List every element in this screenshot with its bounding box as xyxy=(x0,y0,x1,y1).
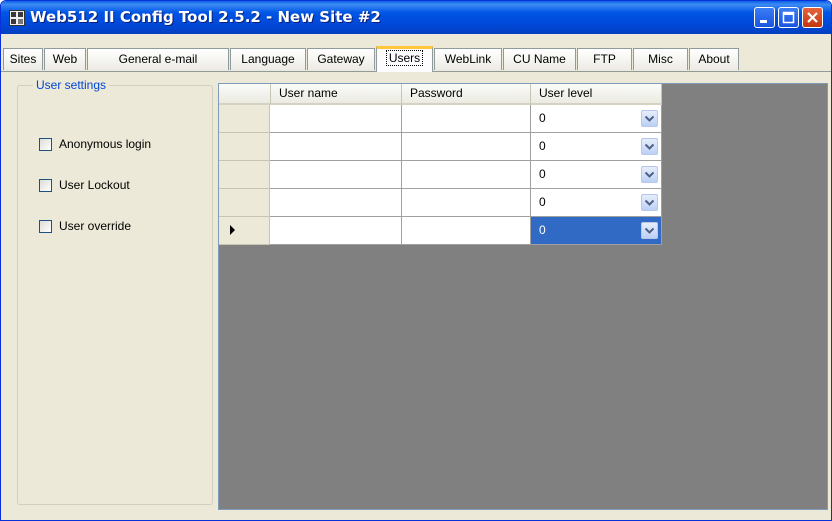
password-cell[interactable] xyxy=(402,161,531,189)
user-level-value: 0 xyxy=(539,139,546,153)
minimize-button[interactable] xyxy=(754,7,775,28)
password-cell[interactable] xyxy=(402,105,531,133)
tab-ftp[interactable]: FTP xyxy=(577,48,632,70)
user-name-cell[interactable] xyxy=(270,217,402,245)
tab-about[interactable]: About xyxy=(689,48,739,70)
user-level-select[interactable]: 0 xyxy=(531,189,662,217)
user-settings-title: User settings xyxy=(33,78,110,92)
chevron-down-icon xyxy=(644,199,655,206)
row-header-current[interactable] xyxy=(219,217,270,245)
tab-strip: Sites Web General e-mail Language Gatewa… xyxy=(1,46,831,72)
tab-users[interactable]: Users xyxy=(376,46,433,72)
tab-misc[interactable]: Misc xyxy=(633,48,688,70)
user-level-select[interactable]: 0 xyxy=(531,133,662,161)
row-header[interactable] xyxy=(219,133,270,161)
grid-corner-header xyxy=(219,84,271,105)
tab-sites[interactable]: Sites xyxy=(3,48,43,70)
password-cell[interactable] xyxy=(402,217,531,245)
user-lockout-label: User Lockout xyxy=(59,178,130,192)
row-header[interactable] xyxy=(219,105,270,133)
app-window: Web512 II Config Tool 2.5.2 - New Site #… xyxy=(0,0,832,521)
chevron-down-icon xyxy=(644,143,655,150)
password-cell[interactable] xyxy=(402,133,531,161)
checkbox-box[interactable] xyxy=(39,179,52,192)
checkbox-box[interactable] xyxy=(39,138,52,151)
user-level-select[interactable]: 0 xyxy=(531,161,662,189)
title-bar[interactable]: Web512 II Config Tool 2.5.2 - New Site #… xyxy=(1,1,831,34)
checkbox-box[interactable] xyxy=(39,220,52,233)
user-name-cell[interactable] xyxy=(270,133,402,161)
tab-web[interactable]: Web xyxy=(44,48,86,70)
row-header[interactable] xyxy=(219,161,270,189)
row-header[interactable] xyxy=(219,189,270,217)
minimize-icon xyxy=(760,20,767,23)
users-grid[interactable]: User name Password User level 0 0 0 0 0 xyxy=(218,83,828,510)
row-pointer-icon xyxy=(230,225,235,235)
dropdown-button[interactable] xyxy=(641,110,658,127)
user-level-value: 0 xyxy=(539,195,546,209)
password-cell[interactable] xyxy=(402,189,531,217)
dropdown-button[interactable] xyxy=(641,138,658,155)
user-name-cell[interactable] xyxy=(270,105,402,133)
dropdown-button[interactable] xyxy=(641,194,658,211)
maximize-icon xyxy=(782,11,795,24)
user-level-value: 0 xyxy=(539,167,546,181)
chevron-down-icon xyxy=(644,171,655,178)
chevron-down-icon xyxy=(644,115,655,122)
user-name-cell[interactable] xyxy=(270,189,402,217)
maximize-button[interactable] xyxy=(778,7,799,28)
anonymous-login-label: Anonymous login xyxy=(59,137,152,151)
user-level-select[interactable]: 0 xyxy=(531,105,662,133)
close-button[interactable] xyxy=(802,7,823,28)
tab-language[interactable]: Language xyxy=(230,48,306,70)
user-level-value: 0 xyxy=(539,223,546,237)
tab-gateway[interactable]: Gateway xyxy=(307,48,375,70)
user-override-label: User override xyxy=(59,219,132,233)
user-level-value: 0 xyxy=(539,111,546,125)
chevron-down-icon xyxy=(644,227,655,234)
column-header-user-level[interactable]: User level xyxy=(531,84,662,105)
dropdown-button[interactable] xyxy=(641,166,658,183)
tab-cu-name[interactable]: CU Name xyxy=(503,48,576,70)
column-header-user-name[interactable]: User name xyxy=(271,84,402,105)
column-header-password[interactable]: Password xyxy=(402,84,531,105)
dropdown-button[interactable] xyxy=(641,222,658,239)
close-icon xyxy=(807,12,818,23)
user-level-select-selected[interactable]: 0 xyxy=(531,217,662,245)
user-name-cell[interactable] xyxy=(270,161,402,189)
app-icon xyxy=(9,10,25,26)
tab-weblink[interactable]: WebLink xyxy=(434,48,502,70)
window-title: Web512 II Config Tool 2.5.2 - New Site #… xyxy=(30,8,381,26)
tab-general-email[interactable]: General e-mail xyxy=(87,48,229,70)
